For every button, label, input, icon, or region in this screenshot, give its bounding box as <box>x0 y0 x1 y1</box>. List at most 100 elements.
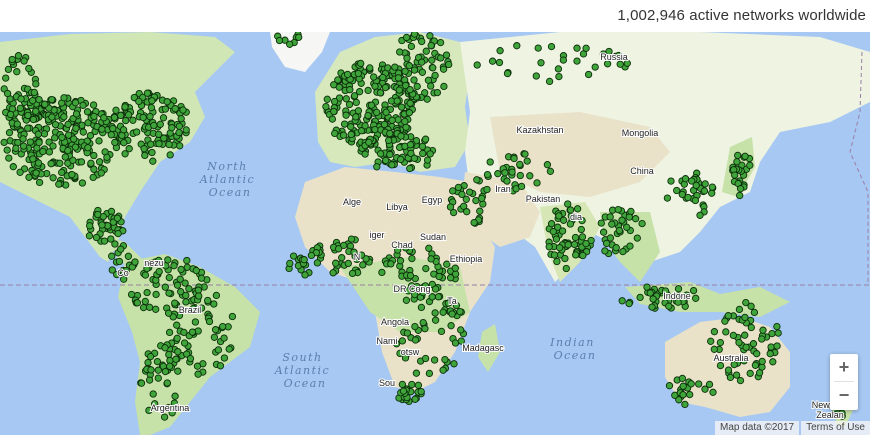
network-marker[interactable] <box>165 289 173 297</box>
network-marker[interactable] <box>35 138 43 147</box>
network-marker[interactable] <box>29 155 37 163</box>
network-marker[interactable] <box>165 350 173 359</box>
network-marker[interactable] <box>439 308 447 316</box>
network-marker[interactable] <box>433 88 442 97</box>
network-marker[interactable] <box>68 170 76 179</box>
network-marker[interactable] <box>354 107 363 115</box>
network-marker[interactable] <box>289 252 298 260</box>
network-marker[interactable] <box>173 321 181 329</box>
network-marker[interactable] <box>286 40 294 48</box>
network-marker[interactable] <box>191 318 200 326</box>
network-marker[interactable] <box>612 244 620 252</box>
network-marker[interactable] <box>182 126 190 134</box>
network-marker[interactable] <box>100 114 108 122</box>
network-marker[interactable] <box>40 130 49 138</box>
network-marker[interactable] <box>579 251 587 260</box>
network-marker[interactable] <box>49 142 57 150</box>
network-marker[interactable] <box>94 210 102 219</box>
network-marker[interactable] <box>160 134 168 142</box>
network-marker[interactable] <box>705 380 714 389</box>
network-marker[interactable] <box>172 355 180 363</box>
network-marker[interactable] <box>395 86 403 94</box>
network-marker[interactable] <box>145 376 154 384</box>
network-marker[interactable] <box>427 41 435 50</box>
network-marker[interactable] <box>606 213 614 221</box>
network-marker[interactable] <box>34 159 43 167</box>
network-marker[interactable] <box>347 130 355 139</box>
network-marker[interactable] <box>441 355 449 364</box>
network-marker[interactable] <box>58 133 66 142</box>
network-marker[interactable] <box>722 328 730 336</box>
network-marker[interactable] <box>64 120 72 129</box>
network-marker[interactable] <box>220 354 229 362</box>
network-marker[interactable] <box>426 150 434 158</box>
network-marker[interactable] <box>295 33 303 41</box>
network-marker[interactable] <box>422 47 430 55</box>
network-marker[interactable] <box>51 120 60 129</box>
network-marker[interactable] <box>161 105 170 113</box>
network-marker[interactable] <box>746 161 754 169</box>
network-marker[interactable] <box>537 59 545 67</box>
network-marker[interactable] <box>741 331 749 339</box>
network-marker[interactable] <box>378 268 386 277</box>
network-marker[interactable] <box>373 163 381 171</box>
network-marker[interactable] <box>431 285 440 293</box>
network-marker[interactable] <box>399 387 408 395</box>
network-marker[interactable] <box>687 380 695 388</box>
network-marker[interactable] <box>163 98 171 106</box>
network-marker[interactable] <box>370 73 378 81</box>
network-marker[interactable] <box>131 258 139 266</box>
network-marker[interactable] <box>623 223 631 231</box>
network-marker[interactable] <box>421 325 429 333</box>
network-marker[interactable] <box>496 47 504 55</box>
network-marker[interactable] <box>92 233 101 242</box>
network-marker[interactable] <box>445 60 453 69</box>
network-marker[interactable] <box>166 151 174 159</box>
network-marker[interactable] <box>79 101 87 109</box>
network-marker[interactable] <box>431 71 439 80</box>
network-marker[interactable] <box>643 283 651 291</box>
network-marker[interactable] <box>376 150 385 158</box>
network-marker[interactable] <box>426 32 434 40</box>
network-marker[interactable] <box>210 333 219 341</box>
network-marker[interactable] <box>545 77 554 86</box>
network-marker[interactable] <box>476 207 484 215</box>
network-marker[interactable] <box>127 290 136 299</box>
network-marker[interactable] <box>397 132 405 140</box>
network-marker[interactable] <box>421 135 430 143</box>
network-marker[interactable] <box>171 299 179 307</box>
network-marker[interactable] <box>24 111 32 120</box>
network-marker[interactable] <box>431 316 440 324</box>
network-marker[interactable] <box>323 95 331 103</box>
network-marker[interactable] <box>402 296 411 304</box>
network-marker[interactable] <box>755 369 764 377</box>
network-marker[interactable] <box>716 338 725 347</box>
network-marker[interactable] <box>90 112 98 121</box>
network-marker[interactable] <box>665 302 673 310</box>
network-marker[interactable] <box>49 174 57 182</box>
network-marker[interactable] <box>766 350 774 358</box>
network-marker[interactable] <box>313 259 322 267</box>
network-marker[interactable] <box>450 360 458 368</box>
network-marker[interactable] <box>614 205 622 214</box>
network-marker[interactable] <box>532 72 540 80</box>
network-marker[interactable] <box>571 233 580 242</box>
network-marker[interactable] <box>129 116 137 124</box>
network-marker[interactable] <box>401 67 409 75</box>
network-marker[interactable] <box>736 185 745 193</box>
network-marker[interactable] <box>486 158 494 166</box>
network-marker[interactable] <box>686 390 694 399</box>
network-marker[interactable] <box>301 271 309 279</box>
network-marker[interactable] <box>100 237 109 245</box>
network-marker[interactable] <box>735 338 743 347</box>
network-marker[interactable] <box>696 211 704 219</box>
network-marker[interactable] <box>180 339 189 347</box>
network-marker[interactable] <box>137 379 146 387</box>
network-marker[interactable] <box>330 97 339 106</box>
network-marker[interactable] <box>9 163 17 171</box>
network-marker[interactable] <box>562 264 570 273</box>
network-marker[interactable] <box>148 148 156 157</box>
network-marker[interactable] <box>34 130 42 138</box>
network-marker[interactable] <box>473 176 481 184</box>
network-marker[interactable] <box>618 216 626 224</box>
